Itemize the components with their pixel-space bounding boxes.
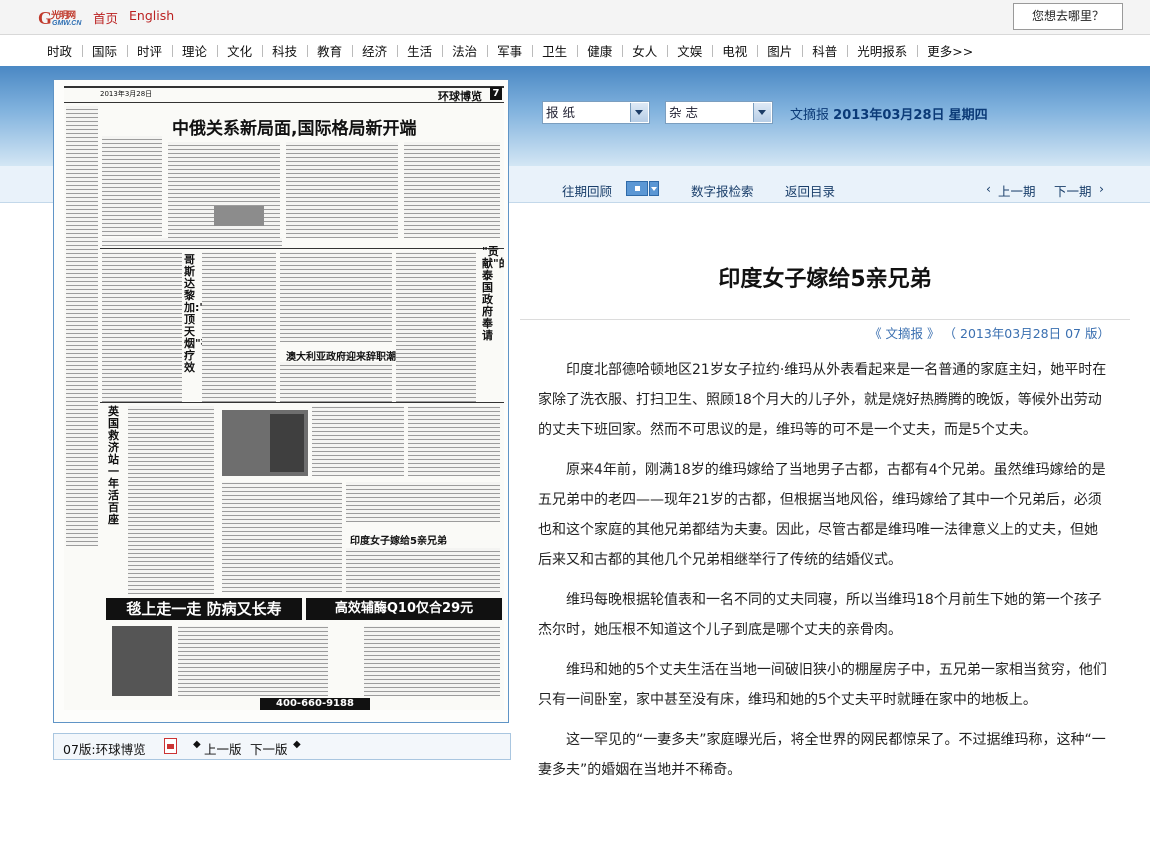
article-title: 印度女子嫁给5亲兄弟 [718, 267, 932, 292]
prev-issue-chevron-icon: ‹ [986, 181, 991, 196]
digital-search-link[interactable]: 数字报检索 [691, 181, 754, 200]
home-link[interactable]: 首页 [93, 8, 118, 27]
nav-item[interactable]: 健康 [577, 41, 622, 60]
paper-date: 2013年03月28日 [833, 108, 945, 123]
meta-source[interactable]: 《 文摘报 》 [869, 326, 939, 341]
nav-item[interactable]: 经济 [352, 41, 397, 60]
next-page-arrow-icon: ◆ [293, 739, 301, 750]
title-divider [520, 319, 1130, 320]
nav-item[interactable]: 时政 [37, 41, 82, 60]
paper-date: 2013年3月28日 [100, 90, 153, 98]
paper-headline-left: 哥斯达黎加:"见顶天烟"有疗效 [184, 253, 217, 374]
article-paragraph: 维玛每晚根据轮值表和一名不同的丈夫同寝，所以当维玛18个月前生下她的第一个孩子杰… [538, 592, 1102, 638]
logo-sub: GMW.CN [52, 20, 82, 27]
prev-page-arrow-icon: ◆ [193, 739, 201, 750]
back-to-index-link[interactable]: 返回目录 [785, 181, 835, 200]
newspaper-select[interactable]: 报 纸 [542, 101, 650, 124]
paper-ad-2: 高效辅酶Q10仅合29元 [306, 598, 502, 620]
site-logo[interactable]: G 光明网 GMW.CN [38, 6, 86, 28]
chevron-down-icon [753, 103, 771, 122]
nav-item[interactable]: 理论 [172, 41, 217, 60]
nav-item[interactable]: 光明报系 [847, 41, 917, 60]
paper-ad-phone: 400-660-9188 [260, 698, 370, 710]
nav-list: 时政 国际 时评 理论 文化 科技 教育 经济 生活 法治 军事 卫生 健康 女人 文娱 电视 图片 科普 光明报系… [37, 41, 983, 60]
top-bar: G 光明网 GMW.CN 首页 English 您想去哪里？ [0, 0, 1150, 34]
prev-page-link[interactable]: 上一版 [204, 739, 242, 758]
paper-headline-right: "贡献"的泰国政府奉请 [482, 245, 504, 342]
past-issues-link[interactable]: 往期回顾 [562, 181, 612, 200]
article-body: 印度北部德哈顿地区21岁女子拉约·维玛从外表看起来是一名普通的家庭主妇，她平时在… [538, 355, 1110, 795]
calendar-icon[interactable] [626, 181, 659, 196]
article-meta: 《 文摘报 》 （ 2013年03月28日 07 版） [520, 323, 1110, 342]
paper-weekday: 星期四 [948, 108, 988, 123]
page-bar: 07版:环球博览 ◆ 上一版 下一版 ◆ [53, 733, 511, 760]
meta-page: 07 版） [1065, 326, 1110, 341]
current-page-label[interactable]: 07版:环球博览 [63, 739, 146, 758]
nav-item[interactable]: 文化 [217, 41, 262, 60]
nav-item[interactable]: 教育 [307, 41, 352, 60]
paper-name: 文摘报 [790, 108, 830, 123]
paper-headline-side: 英国救济站一年活百座 [108, 405, 119, 526]
meta-date: （ 2013年03月28日 [943, 326, 1062, 341]
search-input[interactable]: 您想去哪里？ [1013, 3, 1123, 30]
next-issue-chevron-icon: › [1099, 181, 1104, 196]
paper-ad-1: 毯上走一走 防病又长寿 [106, 598, 302, 620]
paper-story-headline: 印度女子嫁给5亲兄弟 [350, 536, 447, 547]
nav-item[interactable]: 电视 [712, 41, 757, 60]
newspaper-page-image[interactable]: 2013年3月28日 环球博览 7 中俄关系新局面,国际格局新开端 哥斯达黎加:… [53, 79, 509, 723]
nav-item[interactable]: 时评 [127, 41, 172, 60]
nav-item[interactable]: 国际 [82, 41, 127, 60]
paper-headline: 中俄关系新局面,国际格局新开端 [172, 119, 417, 139]
nav-item[interactable]: 科技 [262, 41, 307, 60]
article-paragraph: 印度北部德哈顿地区21岁女子拉约·维玛从外表看起来是一名普通的家庭主妇，她平时在… [538, 362, 1107, 438]
nav-item[interactable]: 卫生 [532, 41, 577, 60]
nav-item[interactable]: 科普 [802, 41, 847, 60]
paper-info: 文摘报 2013年03月28日 星期四 [790, 104, 988, 123]
magazine-select[interactable]: 杂 志 [665, 101, 773, 124]
chevron-down-icon [630, 103, 648, 122]
nav-item[interactable]: 生活 [397, 41, 442, 60]
nav-item[interactable]: 军事 [487, 41, 532, 60]
article-paragraph: 维玛和她的5个丈夫生活在当地一间破旧狭小的棚屋房子中，五兄弟一家相当贫穷，他们只… [538, 662, 1107, 708]
main-nav: 时政 国际 时评 理论 文化 科技 教育 经济 生活 法治 军事 卫生 健康 女人 文娱 电视 图片 科普 光明报系… [0, 34, 1150, 66]
paper-page-number: 7 [490, 87, 502, 100]
nav-item[interactable]: 图片 [757, 41, 802, 60]
article-paragraph: 这一罕见的“一妻多夫”家庭曝光后，将全世界的网民都惊呆了。不过据维玛称，这种“一… [538, 732, 1106, 778]
english-link[interactable]: English [129, 8, 174, 23]
pdf-icon[interactable] [164, 738, 177, 754]
nav-item[interactable]: 文娱 [667, 41, 712, 60]
paper-headline-mid: 澳大利亚政府迎来辞职潮 [286, 352, 396, 363]
prev-issue-link[interactable]: 上一期 [998, 181, 1036, 200]
nav-item[interactable]: 法治 [442, 41, 487, 60]
nav-item[interactable]: 更多>> [917, 41, 983, 60]
nav-item[interactable]: 女人 [622, 41, 667, 60]
article-paragraph: 原来4年前，刚满18岁的维玛嫁给了当地男子古都，古都有4个兄弟。虽然维玛嫁给的是… [538, 462, 1106, 568]
next-page-link[interactable]: 下一版 [250, 739, 288, 758]
next-issue-link[interactable]: 下一期 [1054, 181, 1092, 200]
